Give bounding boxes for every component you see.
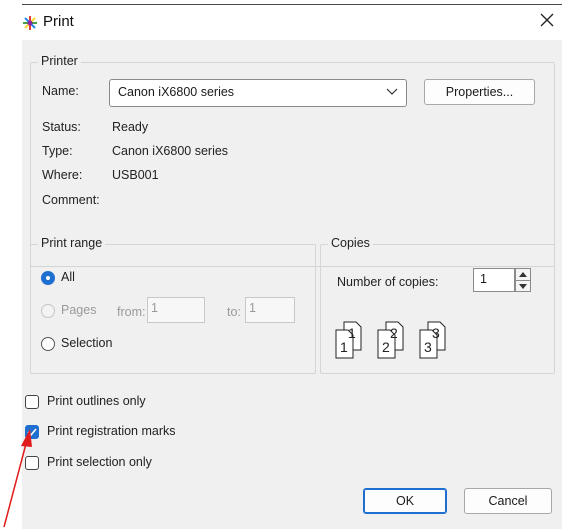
cancel-button-label: Cancel [488, 494, 528, 508]
print-app-icon [23, 16, 37, 30]
checkmark-icon [27, 428, 37, 437]
properties-button-label: Properties... [445, 85, 514, 99]
number-of-copies-input[interactable]: 1 [473, 268, 515, 292]
copies-group-label: Copies [328, 236, 373, 250]
ok-button[interactable]: OK [363, 488, 447, 514]
print-registration-label: Print registration marks [47, 424, 176, 438]
pages-from-label: from: [117, 305, 146, 319]
radio-selection[interactable] [41, 337, 55, 351]
print-range-group: Print range All Pages from: 1 to: 1 Sele… [30, 236, 316, 374]
number-of-copies-label: Number of copies: [337, 275, 439, 289]
radio-selection-label: Selection [61, 336, 113, 350]
where-value: USB001 [112, 168, 159, 182]
collate-digit-front-1: 1 [340, 339, 348, 355]
print-dialog: Printer Name: Canon iX6800 series Proper… [22, 40, 562, 529]
collate-digit-back-2: 2 [390, 325, 398, 341]
print-outlines-checkbox[interactable] [25, 395, 39, 409]
copies-spin-buttons[interactable] [515, 268, 531, 292]
spin-up-icon[interactable] [516, 269, 530, 280]
printer-name-value: Canon iX6800 series [118, 85, 235, 99]
radio-pages[interactable] [41, 304, 55, 318]
collate-digit-front-2: 2 [382, 339, 390, 355]
status-value: Ready [112, 120, 149, 134]
spin-down-icon[interactable] [516, 281, 530, 292]
printer-group: Printer Name: Canon iX6800 series Proper… [30, 54, 555, 267]
collate-digit-front-3: 3 [424, 339, 432, 355]
title-bar: Print [0, 0, 562, 44]
type-label: Type: [42, 144, 73, 158]
radio-all-label: All [61, 270, 75, 284]
pages-to-input[interactable]: 1 [245, 297, 295, 323]
pages-to-label: to: [227, 305, 241, 319]
printer-group-label: Printer [38, 54, 81, 68]
status-label: Status: [42, 120, 81, 134]
print-outlines-label: Print outlines only [47, 394, 146, 408]
window-title: Print [43, 13, 74, 30]
chevron-down-icon [386, 88, 398, 95]
radio-all[interactable] [41, 271, 55, 285]
print-selection-only-checkbox[interactable] [25, 456, 39, 470]
printer-name-label: Name: [42, 84, 79, 98]
ok-button-label: OK [395, 494, 415, 508]
type-value: Canon iX6800 series [112, 144, 229, 158]
print-range-group-label: Print range [38, 236, 106, 250]
collate-digit-back-1: 1 [348, 325, 356, 341]
radio-pages-label: Pages [61, 303, 97, 317]
properties-button[interactable]: Properties... [424, 79, 535, 105]
pages-from-input[interactable]: 1 [147, 297, 205, 323]
copies-group: Copies Number of copies: 1 1 1 2 2 3 3 [320, 236, 555, 374]
cancel-button[interactable]: Cancel [464, 488, 552, 514]
print-registration-checkbox[interactable] [25, 425, 39, 439]
comment-label: Comment: [42, 193, 100, 207]
collate-digit-back-3: 3 [432, 325, 440, 341]
print-selection-only-label: Print selection only [47, 455, 152, 469]
close-icon[interactable] [538, 11, 556, 29]
where-label: Where: [42, 168, 83, 182]
printer-name-select[interactable]: Canon iX6800 series [109, 79, 407, 107]
